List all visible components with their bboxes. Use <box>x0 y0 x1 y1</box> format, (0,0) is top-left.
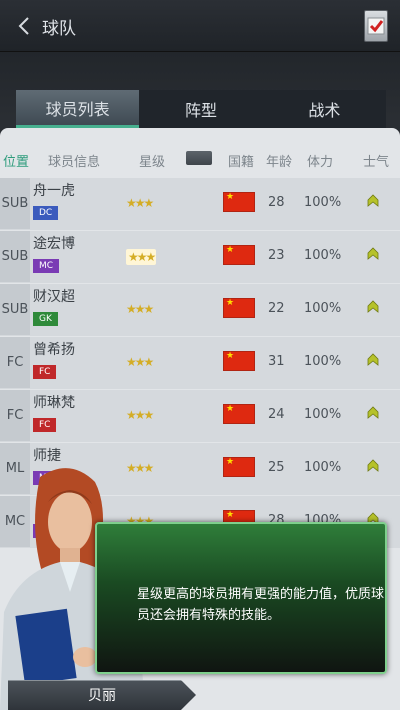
tab-bar: 球员列表 阵型 战术 <box>16 90 386 128</box>
table-row[interactable]: FC 曾希扬 FC ★★★ 31 100% <box>0 337 400 389</box>
player-name: 舟一虎 <box>33 183 75 199</box>
age-cell: 25 <box>268 460 285 475</box>
china-flag-icon <box>223 245 255 265</box>
position-cell: FC <box>0 390 30 441</box>
star-rating-icon: ★★★ <box>126 196 154 210</box>
column-morale[interactable]: 士气 <box>363 151 389 170</box>
tab-player-list[interactable]: 球员列表 <box>16 90 140 128</box>
morale-arrow-icon <box>367 194 379 207</box>
column-nationality[interactable]: 国籍 <box>228 151 254 170</box>
table-header: 位置 球员信息 星级 国籍 年龄 体力 士气 <box>0 128 400 178</box>
coach-nameplate: 贝丽 <box>8 680 196 710</box>
role-badge: MC <box>33 259 60 273</box>
sort-toggle-icon[interactable] <box>186 151 212 165</box>
role-badge: FC <box>33 418 57 432</box>
morale-arrow-icon <box>367 247 379 260</box>
table-row[interactable]: SUB 财汉超 GK ★★★ 22 100% <box>0 284 400 336</box>
player-info: 舟一虎 DC <box>33 180 118 227</box>
morale-arrow-icon <box>367 459 379 472</box>
china-flag-icon <box>223 192 255 212</box>
china-flag-icon <box>223 404 255 424</box>
stamina-cell: 100% <box>304 460 342 475</box>
coach-name: 贝丽 <box>88 688 116 704</box>
star-rating-icon: ★★★ <box>126 408 154 422</box>
task-check-button[interactable] <box>364 10 388 42</box>
column-position[interactable]: 位置 <box>3 151 29 170</box>
morale-arrow-icon <box>367 300 379 313</box>
checkmark-icon <box>367 17 385 35</box>
stamina-cell: 100% <box>304 248 342 263</box>
age-cell: 31 <box>268 354 285 369</box>
morale-arrow-icon <box>367 353 379 366</box>
back-arrow-icon[interactable] <box>14 15 36 37</box>
table-row[interactable]: SUB 途宏博 MC ★★★ 23 100% <box>0 231 400 283</box>
column-player-info[interactable]: 球员信息 <box>48 151 100 170</box>
stamina-cell: 100% <box>304 354 342 369</box>
dialog-text: 星级更高的球员拥有更强的能力值，优质球员还会拥有特殊的技能。 <box>137 587 385 623</box>
role-badge: GK <box>33 312 58 326</box>
china-flag-icon <box>223 457 255 477</box>
player-name: 曾希扬 <box>33 342 75 358</box>
tab-formation[interactable]: 阵型 <box>139 90 263 128</box>
player-info: 财汉超 GK <box>33 286 118 333</box>
column-stars[interactable]: 星级 <box>139 151 165 170</box>
star-rating-icon: ★★★ <box>126 302 154 316</box>
table-row[interactable]: SUB 舟一虎 DC ★★★ 28 100% <box>0 178 400 230</box>
column-age[interactable]: 年龄 <box>266 151 292 170</box>
tutorial-dialog[interactable]: 星级更高的球员拥有更强的能力值，优质球员还会拥有特殊的技能。 <box>95 522 387 674</box>
player-info: 师琳梵 FC <box>33 392 118 439</box>
age-cell: 24 <box>268 407 285 422</box>
top-bar: 球队 <box>0 0 400 52</box>
position-cell: SUB <box>0 231 30 282</box>
age-cell: 23 <box>268 248 285 263</box>
player-info: 曾希扬 FC <box>33 339 118 386</box>
tab-tactics[interactable]: 战术 <box>262 90 386 128</box>
column-stamina[interactable]: 体力 <box>307 151 333 170</box>
player-info: 途宏博 MC <box>33 233 118 280</box>
age-cell: 22 <box>268 301 285 316</box>
stamina-cell: 100% <box>304 195 342 210</box>
player-name: 师琳梵 <box>33 395 75 411</box>
stamina-cell: 100% <box>304 301 342 316</box>
china-flag-icon <box>223 298 255 318</box>
position-cell: SUB <box>0 178 30 229</box>
age-cell: 28 <box>268 195 285 210</box>
role-badge: FC <box>33 365 57 379</box>
star-rating-icon: ★★★ <box>126 355 154 369</box>
stamina-cell: 100% <box>304 407 342 422</box>
page-title: 球队 <box>42 19 76 39</box>
star-rating-icon: ★★★ <box>126 249 156 265</box>
role-badge: DC <box>33 206 59 220</box>
position-cell: SUB <box>0 284 30 335</box>
player-name: 财汉超 <box>33 289 75 305</box>
morale-arrow-icon <box>367 406 379 419</box>
player-name: 途宏博 <box>33 236 75 252</box>
position-cell: FC <box>0 337 30 388</box>
table-row[interactable]: FC 师琳梵 FC ★★★ 24 100% <box>0 390 400 442</box>
china-flag-icon <box>223 351 255 371</box>
